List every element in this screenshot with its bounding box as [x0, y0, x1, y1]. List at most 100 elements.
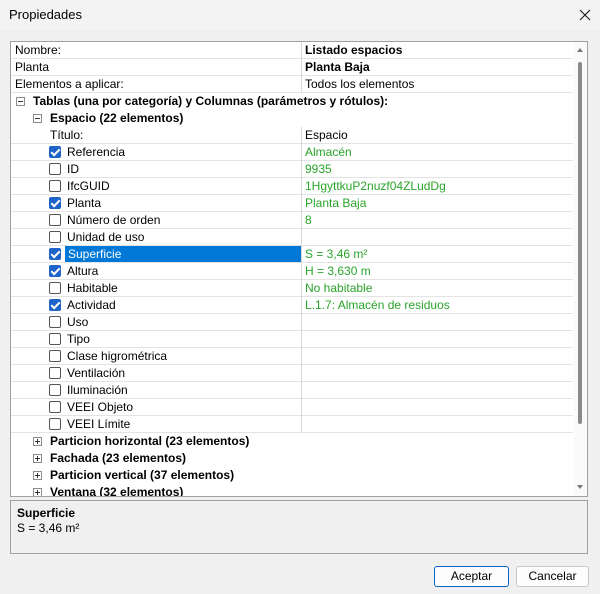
item-checkbox[interactable]: [49, 180, 61, 192]
item-value[interactable]: S = 3,46 m²: [302, 246, 573, 263]
item-label: Superficie: [68, 247, 122, 261]
item-value[interactable]: [302, 314, 573, 331]
property-value[interactable]: Todos los elementos: [302, 76, 573, 93]
vertical-scrollbar[interactable]: [574, 42, 587, 496]
group-label: Tablas (una por categoría) y Columnas (p…: [33, 94, 389, 108]
property-name: Planta: [11, 59, 302, 76]
item-value[interactable]: H = 3,630 m: [302, 263, 573, 280]
item-checkbox[interactable]: [49, 299, 61, 311]
list-item[interactable]: VEEI Objeto: [11, 399, 573, 416]
item-value[interactable]: Almacén: [302, 144, 573, 161]
collapse-icon[interactable]: [16, 97, 25, 106]
item-checkbox[interactable]: [49, 367, 61, 379]
expand-icon[interactable]: [33, 488, 42, 496]
item-value[interactable]: L.1.7: Almacén de residuos: [302, 297, 573, 314]
item-checkbox[interactable]: [49, 350, 61, 362]
item-name-cell: Uso: [11, 314, 302, 331]
item-label: VEEI Objeto: [67, 400, 134, 414]
close-icon[interactable]: [574, 4, 596, 26]
item-value[interactable]: [302, 365, 573, 382]
list-item[interactable]: Clase higrométrica: [11, 348, 573, 365]
group-collapsed[interactable]: Fachada (23 elementos): [11, 450, 573, 467]
expand-icon[interactable]: [33, 454, 42, 463]
expand-icon[interactable]: [33, 471, 42, 480]
item-label: Altura: [67, 264, 99, 278]
column-header-row: Título: Espacio: [11, 127, 573, 144]
title-bar: Propiedades: [0, 0, 600, 30]
list-item[interactable]: Superficie S = 3,46 m²: [11, 246, 573, 263]
property-grid[interactable]: Nombre: Listado espacios Planta Planta B…: [10, 41, 588, 497]
item-value[interactable]: 9935: [302, 161, 573, 178]
expand-icon[interactable]: [33, 437, 42, 446]
item-checkbox[interactable]: [49, 401, 61, 413]
property-name: Elementos a aplicar:: [11, 76, 302, 93]
item-checkbox[interactable]: [49, 265, 61, 277]
item-label: Tipo: [67, 332, 90, 346]
item-checkbox[interactable]: [49, 418, 61, 430]
header-value: Espacio: [302, 127, 573, 144]
list-item[interactable]: Planta Planta Baja: [11, 195, 573, 212]
group-collapsed[interactable]: Ventana (32 elementos): [11, 484, 573, 496]
list-item[interactable]: Altura H = 3,630 m: [11, 263, 573, 280]
item-label: Uso: [67, 315, 89, 329]
item-checkbox[interactable]: [49, 231, 61, 243]
item-label: Actividad: [67, 298, 116, 312]
item-checkbox[interactable]: [49, 214, 61, 226]
item-name-cell: Referencia: [11, 144, 302, 161]
item-value[interactable]: 1HgyttkuP2nuzf04ZLudDg: [302, 178, 573, 195]
scroll-up-arrow-icon[interactable]: [577, 48, 583, 52]
group-espacio[interactable]: Espacio (22 elementos): [11, 110, 573, 127]
property-row-nombre[interactable]: Nombre: Listado espacios: [11, 42, 573, 59]
item-value[interactable]: [302, 348, 573, 365]
item-name-cell: Actividad: [11, 297, 302, 314]
property-row-planta[interactable]: Planta Planta Baja: [11, 59, 573, 76]
item-value[interactable]: Planta Baja: [302, 195, 573, 212]
item-checkbox[interactable]: [49, 146, 61, 158]
item-checkbox[interactable]: [49, 248, 61, 260]
item-value[interactable]: No habitable: [302, 280, 573, 297]
list-item[interactable]: Ventilación: [11, 365, 573, 382]
item-checkbox[interactable]: [49, 197, 61, 209]
scrollbar-thumb[interactable]: [578, 62, 582, 424]
item-checkbox[interactable]: [49, 384, 61, 396]
item-value[interactable]: [302, 382, 573, 399]
item-checkbox[interactable]: [49, 333, 61, 345]
property-value[interactable]: Planta Baja: [302, 59, 573, 76]
item-name-cell: ID: [11, 161, 302, 178]
item-name-cell: Ventilación: [11, 365, 302, 382]
scroll-down-arrow-icon[interactable]: [577, 485, 583, 489]
collapse-icon[interactable]: [33, 114, 42, 123]
property-row-elementos[interactable]: Elementos a aplicar: Todos los elementos: [11, 76, 573, 93]
property-value[interactable]: Listado espacios: [302, 42, 573, 59]
list-item[interactable]: Habitable No habitable: [11, 280, 573, 297]
item-value[interactable]: 8: [302, 212, 573, 229]
list-item[interactable]: IfcGUID 1HgyttkuP2nuzf04ZLudDg: [11, 178, 573, 195]
group-collapsed[interactable]: Particion horizontal (23 elementos): [11, 433, 573, 450]
item-checkbox[interactable]: [49, 163, 61, 175]
item-name-cell: Número de orden: [11, 212, 302, 229]
item-value[interactable]: [302, 416, 573, 433]
item-name-cell: Tipo: [11, 331, 302, 348]
list-item[interactable]: VEEI Límite: [11, 416, 573, 433]
list-item[interactable]: Número de orden 8: [11, 212, 573, 229]
accept-button[interactable]: Aceptar: [434, 566, 509, 587]
item-checkbox[interactable]: [49, 282, 61, 294]
list-item[interactable]: Unidad de uso: [11, 229, 573, 246]
list-item[interactable]: Uso: [11, 314, 573, 331]
group-label: Fachada (23 elementos): [50, 451, 187, 465]
item-value[interactable]: [302, 331, 573, 348]
item-checkbox[interactable]: [49, 316, 61, 328]
item-name-cell: Superficie: [11, 246, 302, 263]
list-item[interactable]: Iluminación: [11, 382, 573, 399]
list-item[interactable]: Tipo: [11, 331, 573, 348]
cancel-button[interactable]: Cancelar: [516, 566, 589, 587]
list-item[interactable]: Actividad L.1.7: Almacén de residuos: [11, 297, 573, 314]
list-item[interactable]: ID 9935: [11, 161, 573, 178]
item-value[interactable]: [302, 399, 573, 416]
group-tablas[interactable]: Tablas (una por categoría) y Columnas (p…: [11, 93, 573, 110]
group-collapsed[interactable]: Particion vertical (37 elementos): [11, 467, 573, 484]
list-item[interactable]: Referencia Almacén: [11, 144, 573, 161]
item-value[interactable]: [302, 229, 573, 246]
item-label: Ventilación: [67, 366, 126, 380]
item-name-cell: VEEI Objeto: [11, 399, 302, 416]
